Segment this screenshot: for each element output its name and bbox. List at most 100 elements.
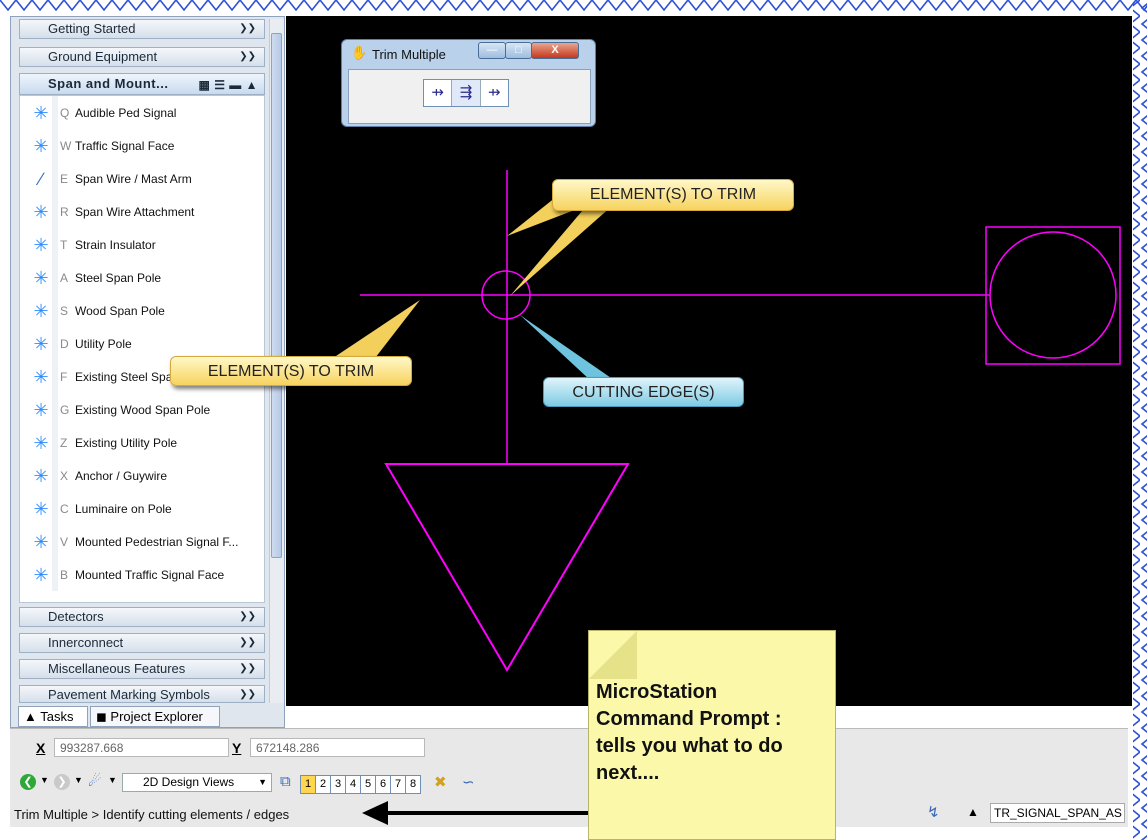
item-label: Traffic Signal Face [75, 139, 175, 153]
view-button-4[interactable]: 4 [345, 775, 361, 794]
signal-tool-icon: ✳ [33, 499, 49, 519]
shortcut-key: G [60, 403, 70, 417]
view-button-7[interactable]: 7 [390, 775, 406, 794]
view-button-3[interactable]: 3 [330, 775, 346, 794]
trim-multiple-dialog: ✋ Trim Multiple — □ X ⇸ ⇶ ⇸ [341, 39, 596, 127]
list-item[interactable]: ✳ V Mounted Pedestrian Signal F... [20, 525, 264, 558]
x-value-field[interactable]: 993287.668 [54, 738, 229, 757]
minimize-button[interactable]: — [478, 42, 506, 59]
status-area: X 993287.668 Y 672148.286 ❮ ▼ ❯ ▼ ☄ ▼ 2D… [10, 728, 1128, 827]
snap-icon[interactable]: ✖ [434, 773, 447, 791]
group-ground-equipment[interactable]: Ground Equipment ❯❯ [19, 47, 265, 67]
status-bar-right: ↯ ▲ TR_SIGNAL_SPAN_AS [915, 801, 1128, 825]
item-label: Mounted Traffic Signal Face [75, 568, 225, 582]
command-prompt: Trim Multiple > Identify cutting element… [14, 807, 290, 822]
back-arrow-icon[interactable]: ❮ [20, 774, 36, 790]
item-label: Utility Pole [75, 337, 132, 351]
list-item[interactable]: ✳ B Mounted Traffic Signal Face [20, 558, 264, 591]
lock-icon[interactable]: ▲ [967, 805, 979, 819]
signal-tool-icon: ✳ [33, 103, 49, 123]
tab-label: Project Explorer [110, 709, 203, 724]
dropdown-arrow-icon[interactable]: ▼ [108, 775, 117, 785]
signal-tool-icon: ✳ [33, 565, 49, 585]
sticky-note: MicroStation Command Prompt : tells you … [588, 630, 836, 840]
dialog-title: Trim Multiple [372, 47, 446, 62]
list-item[interactable]: ✳ R Span Wire Attachment [20, 195, 264, 228]
note-line: tells you what to do [596, 735, 783, 757]
view-groups-icon[interactable]: ⧉ [280, 773, 291, 790]
view-mode-icons[interactable]: ▦ ☰ ▬ ▲ [199, 75, 258, 95]
list-item[interactable]: ✳ A Steel Span Pole [20, 261, 264, 294]
forward-arrow-icon[interactable]: ❯ [54, 774, 70, 790]
group-label: Miscellaneous Features [48, 661, 186, 676]
view-button-2[interactable]: 2 [315, 775, 331, 794]
note-line: MicroStation [596, 681, 718, 703]
list-item[interactable]: ∕ E Span Wire / Mast Arm [20, 162, 264, 195]
list-item[interactable]: ✳ G Existing Wood Span Pole [20, 393, 264, 426]
view-button-1[interactable]: 1 [300, 775, 316, 794]
view-group-select[interactable]: 2D Design Views ▼ [122, 773, 272, 792]
group-pavement-marking[interactable]: Pavement Marking Symbols ❯❯ [19, 685, 265, 703]
chevron-down-icon: ❯❯ [239, 663, 256, 674]
signal-tool-icon: ✳ [33, 202, 49, 222]
view-group-label: 2D Design Views [143, 775, 235, 789]
item-label: Anchor / Guywire [75, 469, 168, 483]
list-item[interactable]: ✳ Q Audible Ped Signal [20, 96, 264, 129]
item-label: Steel Span Pole [75, 271, 162, 285]
accudraw-icon[interactable]: ∽ [462, 773, 475, 791]
path-icon[interactable]: ↯ [927, 803, 940, 821]
close-button[interactable]: X [531, 42, 579, 59]
tab-tasks[interactable]: ▲ Tasks [18, 706, 88, 727]
signal-tool-icon: ✳ [33, 301, 49, 321]
tab-project-explorer[interactable]: ◼ Project Explorer [90, 706, 220, 727]
signal-tool-icon: ✳ [33, 466, 49, 486]
trim-mode-1-icon[interactable]: ⇸ [424, 80, 453, 106]
shortcut-key: Z [60, 436, 68, 450]
trim-mode-3-icon[interactable]: ⇸ [481, 80, 508, 106]
list-item[interactable]: ✳ S Wood Span Pole [20, 294, 264, 327]
callout-cutting-edge: CUTTING EDGE(S) [543, 377, 744, 407]
view-button-6[interactable]: 6 [375, 775, 391, 794]
item-label: Span Wire / Mast Arm [75, 172, 192, 186]
group-label: Ground Equipment [48, 49, 158, 64]
shortcut-key: X [60, 469, 69, 483]
y-label: Y [232, 740, 242, 756]
group-label: Detectors [48, 609, 104, 624]
group-getting-started[interactable]: Getting Started ❯❯ [19, 19, 265, 39]
view-toolbar: ❮ ▼ ❯ ▼ ☄ ▼ 2D Design Views ▼ ⧉ 1 2 3 4 … [16, 771, 636, 795]
shortcut-key: R [60, 205, 69, 219]
view-button-8[interactable]: 8 [405, 775, 421, 794]
view-icon[interactable]: ☄ [88, 772, 101, 790]
callout-trim-top: ELEMENT(S) TO TRIM [552, 179, 794, 211]
list-item[interactable]: ✳ X Anchor / Guywire [20, 459, 264, 492]
scrollbar-thumb[interactable] [271, 33, 282, 558]
signal-tool-icon: ✳ [33, 433, 49, 453]
group-label: Getting Started [48, 21, 136, 36]
list-item[interactable]: ✳ C Luminaire on Pole [20, 492, 264, 525]
signal-tool-icon: ✳ [33, 367, 49, 387]
y-value-field[interactable]: 672148.286 [250, 738, 425, 757]
dropdown-arrow-icon[interactable]: ▼ [40, 775, 49, 785]
shortcut-key: W [60, 139, 72, 153]
group-detectors[interactable]: Detectors ❯❯ [19, 607, 265, 627]
item-label: Existing Steel Span [75, 370, 180, 384]
chevron-down-icon: ▼ [258, 777, 267, 787]
list-item[interactable]: ✳ Z Existing Utility Pole [20, 426, 264, 459]
list-item[interactable]: ✳ T Strain Insulator [20, 228, 264, 261]
signal-tool-icon: ✳ [33, 136, 49, 156]
group-miscellaneous[interactable]: Miscellaneous Features ❯❯ [19, 659, 265, 679]
group-innerconnect[interactable]: Innerconnect ❯❯ [19, 633, 265, 653]
line-tool-icon: ∕ [39, 169, 43, 189]
dropdown-arrow-icon[interactable]: ▼ [74, 775, 83, 785]
active-level-field[interactable]: TR_SIGNAL_SPAN_AS [990, 803, 1125, 823]
trim-mode-2-icon[interactable]: ⇶ [452, 80, 481, 106]
item-label: Wood Span Pole [75, 304, 165, 318]
shortcut-key: Q [60, 106, 70, 120]
maximize-button[interactable]: □ [505, 42, 532, 59]
shortcut-key: V [60, 535, 69, 549]
view-button-5[interactable]: 5 [360, 775, 376, 794]
list-item[interactable]: ✳ W Traffic Signal Face [20, 129, 264, 162]
tool-list: ✳ Q Audible Ped Signal ✳ W Traffic Signal Fa… [19, 95, 265, 603]
group-span-and-mount[interactable]: Span and Mount... ▦ ☰ ▬ ▲ [19, 73, 265, 95]
item-label: Mounted Pedestrian Signal F... [75, 535, 239, 549]
